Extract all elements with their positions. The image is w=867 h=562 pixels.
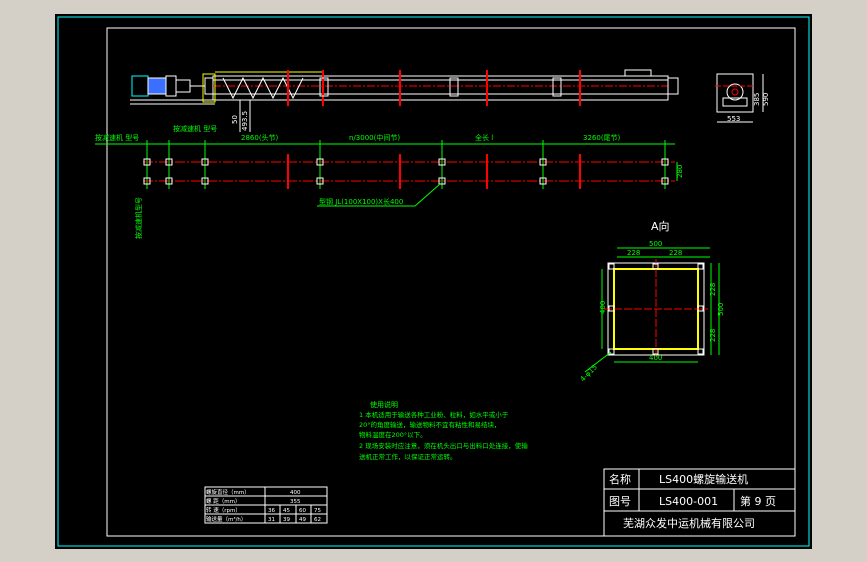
motor-body [147, 77, 167, 95]
motor-fan-cover [131, 75, 149, 97]
page-label: 第 9 页 [740, 494, 776, 508]
drive-model-label-1: 按减速机 型号 [95, 133, 139, 142]
spec-cap-1: 31 [268, 517, 275, 523]
spec-header-4: 输送量（m³/h） [206, 515, 246, 523]
company-name: 芜湖众发中运机械有限公司 [623, 516, 755, 530]
conveyor-elevation: 50 493.5 [130, 69, 679, 132]
detail-h500: 500 [717, 303, 725, 316]
spec-cap-3: 49 [299, 517, 306, 523]
spec-table: 螺旋直径（mm） 螺 距（mm） 转 速（rpm） 输送量（m³/h） 400 … [204, 486, 328, 524]
name-label: 名称 [609, 472, 631, 486]
seg-mid: n/3000(中间节) [349, 133, 400, 142]
side-dim: 553 [727, 115, 740, 123]
foundation-plan: 按减速机 型号 按减速机 型号 2860(头节) n/3000(中间节) 全长 … [95, 124, 684, 239]
drawing-sheet: 50 493.5 553 590 385 按减速机 型号 按减速机 型号 286… [55, 14, 812, 549]
detail-h228a: 228 [709, 283, 717, 296]
drawing-no-label: 图号 [609, 495, 631, 508]
screw-flight [222, 76, 304, 100]
spec-speed-3: 60 [299, 508, 306, 514]
side-height-2: 385 [753, 93, 761, 106]
notes-title: 使用说明 [370, 400, 398, 409]
drive-model-label-2: 按减速机 型号 [173, 124, 217, 133]
detail-h400: 400 [599, 301, 607, 314]
spec-speed-2: 45 [283, 508, 290, 514]
detail-w228b: 228 [669, 249, 682, 257]
detail-b400: 400 [649, 354, 662, 362]
tail-bearing [667, 77, 679, 95]
spec-header-2: 螺 距（mm） [206, 497, 240, 505]
drive-model-label-v: 按减速机型号 [134, 197, 143, 239]
detail-w228a: 228 [627, 249, 640, 257]
a-view-detail: A向 500 228 228 400 228 228 500 400 4-φ15 [579, 219, 725, 383]
steel-note: 型钢 JL(100X100)X长400 [319, 197, 403, 206]
spec-speed-4: 75 [314, 508, 321, 514]
dim-50: 50 [231, 115, 239, 124]
notes-line-3: 物料温度在200°以下。 [359, 430, 427, 439]
dim-280: 280 [676, 165, 684, 178]
side-height: 590 [762, 93, 770, 106]
reducer [175, 79, 191, 93]
spec-pitch: 355 [290, 499, 301, 505]
spec-header-1: 螺旋直径（mm） [206, 488, 250, 496]
spec-cap-4: 62 [314, 517, 321, 523]
outlet [624, 69, 652, 77]
side-view: 553 590 385 [715, 73, 770, 123]
spec-speed-1: 36 [268, 508, 275, 514]
notes-line-4: 2 现场安装时应注意，须在机头出口与出料口处连接，使输 [359, 441, 528, 450]
notes-line-1: 1 本机适用于输送各种工业粉、粒料，如水平或小于 [359, 410, 509, 419]
drawing-no-value: LS400-001 [659, 495, 718, 508]
seg-head: 2860(头节) [241, 133, 279, 142]
detail-h228b: 228 [709, 329, 717, 342]
seg-len: 全长 l [475, 133, 493, 142]
hole-note: 4-φ15 [579, 363, 599, 383]
title-block: 名称 LS400螺旋输送机 图号 LS400-001 第 9 页 芜湖众发中运机… [603, 468, 796, 537]
motor-flange [165, 75, 177, 97]
usage-notes: 使用说明 1 本机适用于输送各种工业粉、粒料，如水平或小于 20°的角度输送，输… [359, 400, 528, 461]
cad-drawing: 50 493.5 553 590 385 按减速机 型号 按减速机 型号 286… [57, 16, 810, 547]
spec-header-3: 转 速（rpm） [206, 506, 241, 514]
seg-tail: 3260(尾节) [583, 134, 621, 142]
view-a-label: A向 [651, 219, 670, 233]
spec-cap-2: 39 [283, 517, 290, 523]
spec-diameter: 400 [290, 490, 301, 496]
coupling [204, 77, 214, 95]
hanger-2 [449, 77, 459, 97]
hanger-3 [552, 77, 562, 97]
detail-w500: 500 [649, 240, 662, 248]
anchor-bolts [143, 158, 669, 185]
name-value: LS400螺旋输送机 [659, 472, 748, 486]
dim-493: 493.5 [241, 111, 249, 131]
notes-line-5: 送机正常工作，以保证正常运转。 [359, 452, 457, 461]
notes-line-2: 20°的角度输送，输送物料不宜有粘性和易结块， [359, 420, 501, 429]
